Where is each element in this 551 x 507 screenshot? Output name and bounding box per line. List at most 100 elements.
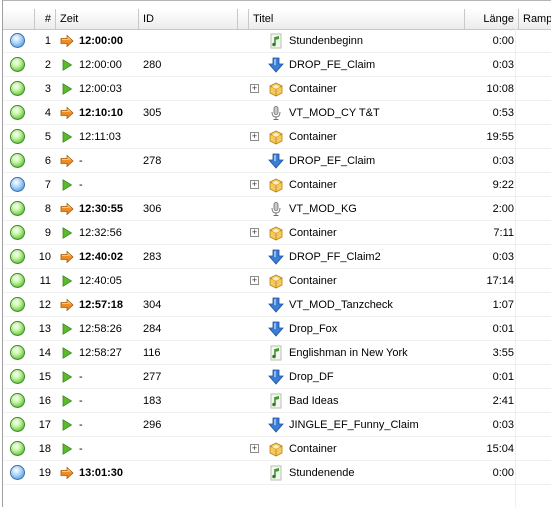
- row-time: -: [79, 395, 83, 407]
- play-arrow-icon: [60, 59, 74, 71]
- table-row[interactable]: 9 12:32:56 + Container 7:11: [3, 221, 551, 245]
- table-row[interactable]: 8 12:30:55 306 VT_MOD_KG 2:00: [3, 197, 551, 221]
- expand-toggle-icon[interactable]: +: [250, 276, 259, 285]
- header-id[interactable]: ID: [139, 9, 238, 29]
- row-length: 2:41: [492, 395, 514, 407]
- row-title: JINGLE_EF_Funny_Claim: [289, 419, 419, 431]
- row-length: 9:22: [492, 179, 514, 191]
- expand-toggle-icon[interactable]: +: [250, 180, 259, 189]
- row-time: -: [79, 179, 83, 191]
- table-row[interactable]: 3 12:00:03 + Container 10:08: [3, 77, 551, 101]
- play-arrow-icon: [60, 443, 74, 455]
- table-row[interactable]: 15 - 277 Drop_DF 0:01: [3, 365, 551, 389]
- table-row[interactable]: 10 12:40:02 283 DROP_FF_Claim2 0:03: [3, 245, 551, 269]
- row-length: 0:01: [492, 371, 514, 383]
- fixed-time-arrow-icon: [60, 34, 74, 48]
- play-arrow-icon: [60, 419, 74, 431]
- row-time: 12:11:03: [79, 131, 122, 143]
- row-length: 2:00: [492, 203, 514, 215]
- row-time: 13:01:30: [79, 467, 124, 479]
- drop-arrow-icon: [268, 417, 284, 433]
- row-title: VT_MOD_KG: [289, 203, 357, 215]
- row-length: 0:00: [492, 467, 514, 479]
- row-number: 11: [39, 275, 51, 287]
- row-title: VT_MOD_CY T&T: [289, 107, 380, 119]
- row-title: DROP_FF_Claim2: [289, 251, 381, 263]
- row-length: 0:03: [492, 155, 514, 167]
- row-number: 15: [38, 371, 51, 383]
- header-titel[interactable]: Titel: [249, 9, 465, 29]
- expand-toggle-icon[interactable]: +: [250, 444, 259, 453]
- row-length: 19:55: [486, 131, 514, 143]
- row-length: 0:00: [492, 35, 514, 47]
- expand-toggle-icon[interactable]: +: [250, 132, 259, 141]
- header-spacer: [238, 9, 249, 29]
- table-row[interactable]: 14 12:58:27 116 Englishman in New York 3:55: [3, 341, 551, 365]
- row-id: 304: [143, 299, 162, 311]
- table-row[interactable]: 18 - + Container 15:04: [3, 437, 551, 461]
- header-ramp[interactable]: Ramp: [519, 9, 551, 29]
- row-number: 12: [38, 299, 51, 311]
- row-title: DROP_EF_Claim: [289, 155, 376, 167]
- row-id: 116: [143, 347, 161, 359]
- row-title: DROP_FE_Claim: [289, 59, 376, 71]
- header-laenge[interactable]: Länge: [465, 9, 519, 29]
- header-number[interactable]: #: [35, 9, 56, 29]
- row-title: VT_MOD_Tanzcheck: [289, 299, 393, 311]
- table-row[interactable]: 5 12:11:03 + Container 19:55: [3, 125, 551, 149]
- play-arrow-icon: [60, 323, 74, 335]
- expand-toggle-icon[interactable]: +: [250, 84, 259, 93]
- drop-arrow-icon: [268, 57, 284, 73]
- row-time: -: [79, 371, 83, 383]
- row-number: 17: [38, 419, 51, 431]
- row-number: 3: [44, 83, 51, 95]
- table-row[interactable]: 13 12:58:26 284 Drop_Fox 0:01: [3, 317, 551, 341]
- row-id: 296: [143, 419, 162, 431]
- table-row[interactable]: 7 - + Container 9:22: [3, 173, 551, 197]
- row-length: 3:55: [492, 347, 514, 359]
- drop-arrow-icon: [268, 153, 284, 169]
- row-length: 0:01: [492, 323, 514, 335]
- row-title: Container: [289, 275, 337, 287]
- fixed-time-arrow-icon: [60, 106, 74, 120]
- row-number: 18: [38, 443, 51, 455]
- container-icon: [268, 129, 284, 145]
- row-time: 12:40:02: [79, 251, 124, 263]
- table-row[interactable]: 2 12:00:00 280 DROP_FE_Claim 0:03: [3, 53, 551, 77]
- row-id: 277: [143, 371, 162, 383]
- drop-arrow-icon: [268, 369, 284, 385]
- header-zeit[interactable]: Zeit: [56, 9, 139, 29]
- expand-toggle-icon[interactable]: +: [250, 228, 259, 237]
- row-number: 13: [38, 323, 51, 335]
- header-status[interactable]: [3, 9, 35, 29]
- table-row[interactable]: 19 13:01:30 Stundenende 0:00: [3, 461, 551, 485]
- row-time: -: [79, 155, 83, 167]
- row-time: -: [79, 419, 83, 431]
- row-length: 7:11: [493, 227, 514, 239]
- row-length: 0:03: [492, 251, 514, 263]
- row-title: Englishman in New York: [289, 347, 408, 359]
- fixed-time-arrow-icon: [60, 466, 74, 480]
- table-row[interactable]: 4 12:10:10 305 VT_MOD_CY T&T 0:53: [3, 101, 551, 125]
- row-number: 8: [44, 203, 51, 215]
- row-time: -: [79, 443, 83, 455]
- play-arrow-icon: [60, 83, 74, 95]
- column-header: # Zeit ID Titel Länge Ramp: [3, 9, 551, 30]
- row-id: 305: [143, 107, 162, 119]
- play-arrow-icon: [60, 131, 74, 143]
- container-icon: [268, 441, 284, 457]
- table-row[interactable]: 6 - 278 DROP_EF_Claim 0:03: [3, 149, 551, 173]
- table-row[interactable]: 17 - 296 JINGLE_EF_Funny_Claim 0:03: [3, 413, 551, 437]
- row-title: Container: [289, 131, 337, 143]
- row-title: Stundenende: [289, 467, 355, 479]
- row-number: 14: [38, 347, 51, 359]
- row-number: 2: [44, 59, 51, 71]
- row-time: 12:58:26: [79, 323, 122, 335]
- table-row[interactable]: 11 12:40:05 + Container 17:14: [3, 269, 551, 293]
- table-row[interactable]: 16 - 183 Bad Ideas 2:41: [3, 389, 551, 413]
- table-row[interactable]: 12 12:57:18 304 VT_MOD_Tanzcheck 1:07: [3, 293, 551, 317]
- row-length: 0:03: [492, 419, 514, 431]
- row-time: 12:30:55: [79, 203, 124, 215]
- table-row[interactable]: 1 12:00:00 Stundenbeginn 0:00: [3, 29, 551, 53]
- drop-arrow-icon: [268, 249, 284, 265]
